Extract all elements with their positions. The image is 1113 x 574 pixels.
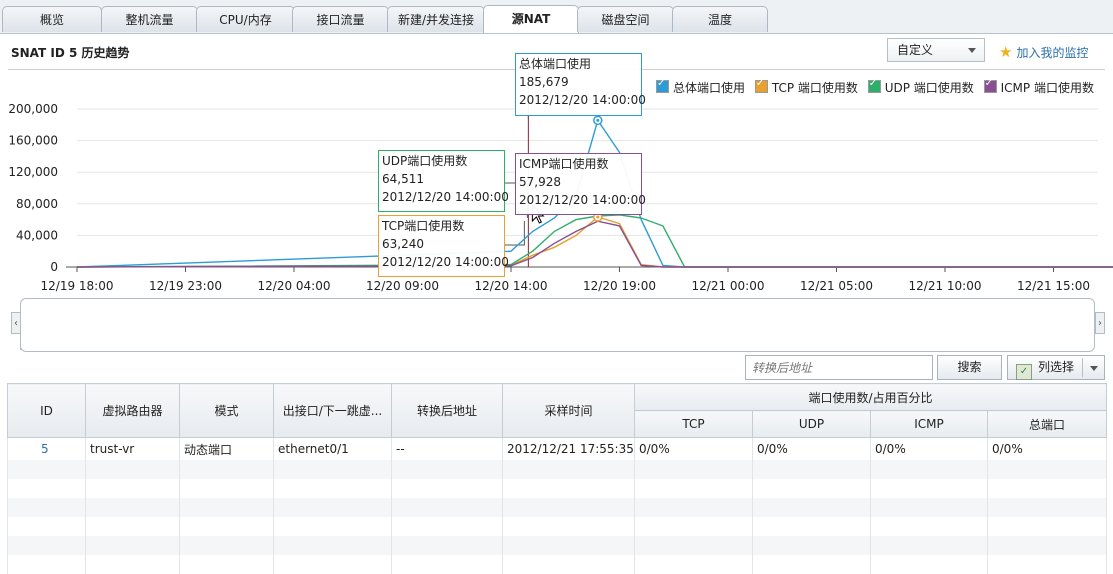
x-tick-label: 12/20 09:00 [366, 279, 439, 293]
column-header-udp[interactable]: UDP [752, 410, 871, 438]
x-tick-label: 12/19 18:00 [41, 279, 114, 293]
chart-legend: 总体端口使用 TCP 端口使用数 UDP 端口使用数 ICMP 端口使用数 [656, 78, 1100, 96]
legend-item-udp[interactable]: UDP 端口使用数 [867, 78, 974, 96]
y-tick-label: 80,000 [16, 197, 58, 211]
legend-item-total[interactable]: 总体端口使用 [656, 78, 746, 96]
chart-navigator[interactable] [20, 298, 1095, 352]
table-cell: 0/0% [752, 437, 871, 460]
y-tick-label: 0 [50, 260, 58, 274]
chevron-right-icon: › [1098, 318, 1102, 329]
translated-address-search-input[interactable] [745, 355, 933, 380]
tooltip-series: UDP端口使用数 [382, 154, 468, 168]
tooltip-time: 2012/12/20 14:00:00 [382, 190, 509, 204]
x-tick-label: 12/21 05:00 [800, 279, 873, 293]
empty-row [7, 479, 1108, 498]
tooltip-time: 2012/12/20 14:00:00 [519, 93, 646, 107]
tooltip-value: 185,679 [519, 75, 569, 89]
legend-label: TCP 端口使用数 [771, 81, 858, 95]
tooltip-total: 总体端口使用 185,679 2012/12/20 14:00:00 [515, 53, 646, 116]
tooltip-icmp: ICMP端口使用数 57,928 2012/12/20 14:00:00 [515, 153, 646, 215]
column-header-icmp[interactable]: ICMP [870, 410, 988, 438]
legend-item-tcp[interactable]: TCP 端口使用数 [754, 78, 858, 96]
tooltip-udp: UDP端口使用数 64,511 2012/12/20 14:00:00 [378, 150, 509, 212]
table-cell: 0/0% [634, 437, 753, 460]
series-tcp-marker-dot [596, 215, 600, 219]
table-cell: trust-vr [85, 437, 180, 460]
x-tick-label: 12/21 00:00 [692, 279, 765, 293]
legend-label: 总体端口使用 [673, 81, 746, 95]
column-header-sample-time[interactable]: 采样时间 [502, 383, 635, 438]
y-tick-label: 160,000 [8, 134, 58, 148]
y-tick-label: 40,000 [16, 228, 58, 242]
column-header-total-ports[interactable]: 总端口 [986, 410, 1108, 438]
tooltip-value: 57,928 [519, 175, 561, 189]
empty-row [7, 517, 1108, 536]
empty-row [7, 498, 1108, 517]
tooltip-series: TCP端口使用数 [382, 219, 465, 233]
column-group-port-usage: 端口使用数/占用百分比 [633, 383, 1108, 411]
legend-label: UDP 端口使用数 [884, 81, 974, 95]
snat-table: ID 虚拟路由器 模式 出接口/下一跳虚... 转换后地址 采样时间 端口使用数… [7, 383, 1108, 574]
column-header-egress-interface[interactable]: 出接口/下一跳虚... [273, 383, 392, 438]
button-separator [1082, 358, 1083, 377]
empty-row [7, 460, 1108, 479]
empty-row [7, 555, 1108, 574]
column-header-translated-address[interactable]: 转换后地址 [391, 383, 503, 438]
tooltip-series: 总体端口使用 [519, 57, 592, 71]
tooltip-value: 64,511 [382, 172, 424, 186]
snat-id-link[interactable]: 5 [7, 437, 86, 460]
x-tick-label: 12/20 14:00 [475, 279, 548, 293]
table-cell: 2012/12/21 17:55:35 [502, 437, 635, 460]
table-cell: ethernet0/1 [273, 437, 392, 460]
table-cell: 0/0% [870, 437, 988, 460]
y-tick-label: 120,000 [8, 165, 58, 179]
search-button[interactable]: 搜索 [937, 355, 1002, 380]
checkbox-icon [983, 78, 997, 93]
x-tick-label: 12/21 10:00 [909, 279, 982, 293]
table-cell: 动态端口 [179, 437, 274, 460]
legend-item-icmp[interactable]: ICMP 端口使用数 [983, 78, 1094, 96]
empty-row [7, 536, 1108, 555]
tooltip-time: 2012/12/20 14:00:00 [382, 255, 509, 269]
checkbox-icon [867, 78, 881, 93]
chevron-left-icon: ‹ [14, 318, 18, 329]
column-header-virtual-router[interactable]: 虚拟路由器 [85, 383, 180, 438]
column-header-id[interactable]: ID [7, 383, 86, 438]
x-tick-label: 12/20 04:00 [258, 279, 331, 293]
checkbox-icon [754, 78, 768, 93]
legend-label: ICMP 端口使用数 [1000, 81, 1094, 95]
series-tcp-line [76, 216, 1113, 268]
table-cell: -- [391, 437, 503, 460]
column-header-mode[interactable]: 模式 [179, 383, 274, 438]
column-select-button[interactable]: ✓ 列选择 [1007, 355, 1105, 380]
tooltip-series: ICMP端口使用数 [519, 157, 609, 171]
x-tick-label: 12/19 23:00 [149, 279, 222, 293]
column-settings-icon: ✓ [1016, 364, 1032, 380]
navigator-right-arrow[interactable]: › [1095, 312, 1105, 334]
y-tick-label: 200,000 [8, 102, 58, 116]
tooltip-time: 2012/12/20 14:00:00 [519, 193, 646, 207]
tooltip-value: 63,240 [382, 237, 424, 251]
x-tick-label: 12/20 19:00 [583, 279, 656, 293]
x-tick-label: 12/21 15:00 [1017, 279, 1090, 293]
table-cell: 0/0% [986, 437, 1108, 460]
checkbox-icon [656, 78, 669, 93]
table-row[interactable]: 5 trust-vr 动态端口 ethernet0/1 -- 2012/12/2… [7, 437, 1108, 460]
chevron-down-icon[interactable] [1090, 366, 1098, 371]
series-icmp-line [76, 220, 1113, 268]
series-total-marker-dot [596, 118, 600, 122]
tooltip-tcp: TCP端口使用数 63,240 2012/12/20 14:00:00 [378, 215, 509, 277]
column-header-tcp[interactable]: TCP [634, 410, 753, 438]
column-select-label: 列选择 [1038, 360, 1075, 374]
